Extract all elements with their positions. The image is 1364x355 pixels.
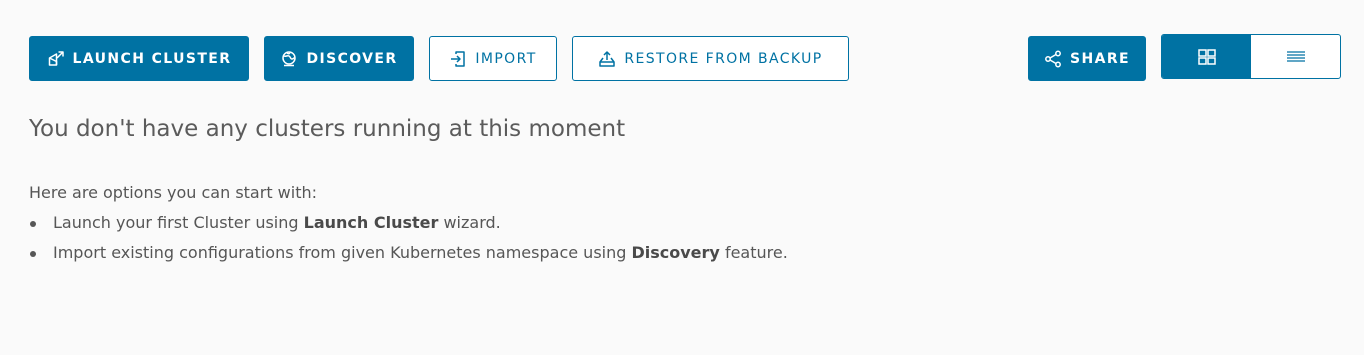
share-label: SHARE <box>1070 50 1130 67</box>
view-toggle <box>1161 34 1341 79</box>
bullet <box>30 221 36 227</box>
import-button[interactable]: IMPORT <box>429 36 557 81</box>
restore-from-backup-label: RESTORE FROM BACKUP <box>624 50 823 67</box>
bullet <box>30 251 36 257</box>
launch-cluster-label: LAUNCH CLUSTER <box>72 50 232 67</box>
empty-state-intro: Here are options you can start with: <box>29 183 318 202</box>
option-text: feature. <box>719 243 788 262</box>
list-view-button[interactable] <box>1251 35 1340 78</box>
globe-icon <box>280 50 298 68</box>
share-icon <box>1044 50 1062 68</box>
discover-label: DISCOVER <box>306 50 398 67</box>
restore-from-backup-button[interactable]: RESTORE FROM BACKUP <box>572 36 849 81</box>
option-text: wizard. <box>438 213 501 232</box>
option-link-launch-cluster: Launch Cluster <box>303 213 439 232</box>
list-icon <box>1286 50 1305 62</box>
share-button[interactable]: SHARE <box>1028 36 1146 81</box>
empty-state-heading: You don't have any clusters running at t… <box>29 116 626 142</box>
option-text: Launch your first Cluster using <box>53 213 304 232</box>
option-text: Import existing configurations from give… <box>53 243 632 262</box>
import-label: IMPORT <box>475 50 537 67</box>
import-icon <box>449 50 467 68</box>
launch-icon <box>47 50 65 68</box>
grid-view-button[interactable] <box>1162 35 1251 78</box>
upload-icon <box>598 50 616 68</box>
empty-state-options: Launch your first Cluster using Launch C… <box>29 212 788 272</box>
discover-button[interactable]: DISCOVER <box>264 36 414 81</box>
list-item: Import existing configurations from give… <box>29 242 788 272</box>
grid-icon <box>1197 48 1216 65</box>
option-link-discovery: Discovery <box>631 243 720 262</box>
launch-cluster-button[interactable]: LAUNCH CLUSTER <box>29 36 249 81</box>
clusters-page: LAUNCH CLUSTER DISCOVER IMPORT RESTORE F… <box>0 0 1364 355</box>
list-item: Launch your first Cluster using Launch C… <box>29 212 788 242</box>
